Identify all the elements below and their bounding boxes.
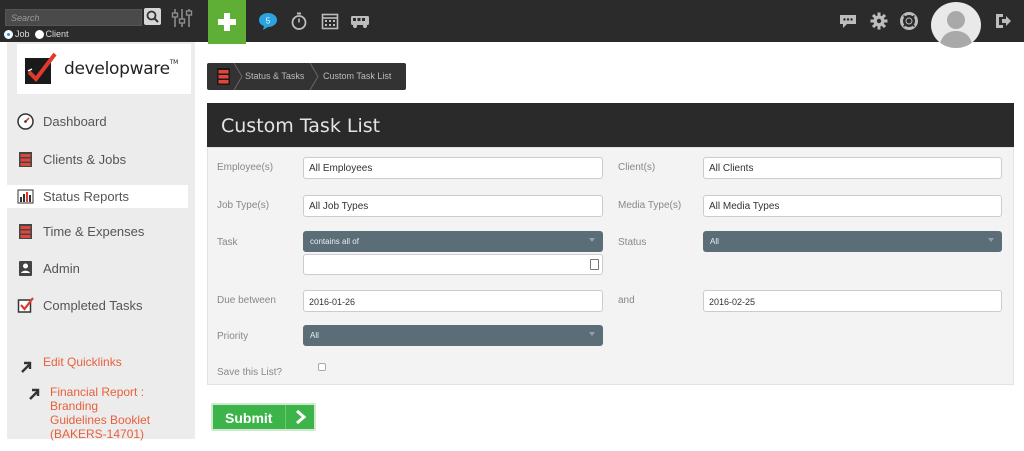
- filter-sliders-icon[interactable]: [171, 7, 193, 29]
- breadcrumb-separator-icon: [233, 63, 243, 90]
- task-input[interactable]: [303, 254, 603, 275]
- search-scope-radios: Job Client: [4, 28, 69, 40]
- sidebar: developwareTM Dashboard Clients & Jobs S…: [7, 42, 195, 441]
- sidebar-item-clients-jobs[interactable]: Clients & Jobs: [7, 148, 188, 171]
- sidebar-item-label: Time & Expenses: [43, 224, 145, 239]
- sidebar-item-label: Clients & Jobs: [43, 152, 127, 167]
- caret-down-icon: [589, 332, 595, 336]
- bar-chart-icon: [17, 189, 34, 204]
- sidebar-item-status-reports[interactable]: Status Reports: [7, 185, 188, 208]
- checkbox-icon: [17, 297, 34, 313]
- sidebar-item-completed-tasks[interactable]: Completed Tasks: [7, 294, 188, 317]
- clients-field[interactable]: All Clients: [703, 157, 1002, 179]
- search-input[interactable]: Search: [5, 9, 142, 26]
- task-picker-icon[interactable]: [590, 259, 599, 270]
- caret-down-icon: [589, 238, 595, 242]
- radio-job[interactable]: [4, 29, 13, 39]
- radio-client-label: Client: [45, 29, 69, 39]
- quicklink-line: Guidelines Booklet: [50, 413, 151, 427]
- badge-count: 5: [266, 17, 271, 26]
- clients-label: Client(s): [618, 162, 656, 173]
- sidebar-item-admin[interactable]: Admin: [7, 257, 188, 280]
- submit-divider: [285, 405, 286, 429]
- search-icon: [146, 10, 159, 23]
- status-value: All: [710, 237, 719, 246]
- media-types-field[interactable]: All Media Types: [703, 195, 1002, 217]
- quicklink-financial-report[interactable]: Financial Report : Branding Guidelines B…: [50, 385, 195, 441]
- radio-job-label: Job: [15, 29, 30, 39]
- due-from-field[interactable]: 2016-01-26: [303, 290, 603, 312]
- and-label: and: [618, 295, 635, 306]
- save-list-checkbox[interactable]: [318, 363, 326, 371]
- priority-select[interactable]: All: [303, 325, 603, 346]
- priority-value: All: [310, 331, 319, 340]
- chevron-right-icon: [296, 410, 307, 424]
- plus-icon: [218, 13, 236, 31]
- add-new-button[interactable]: [208, 0, 246, 44]
- radio-client[interactable]: [34, 29, 44, 39]
- arrow-up-right-icon: [21, 361, 32, 373]
- search-button[interactable]: [144, 8, 161, 25]
- job-types-label: Job Type(s): [217, 200, 270, 211]
- user-avatar[interactable]: [931, 2, 981, 48]
- sidebar-item-label: Dashboard: [43, 114, 107, 129]
- caret-down-icon: [988, 238, 994, 242]
- job-types-field[interactable]: All Job Types: [303, 195, 603, 217]
- quicklink-line: (BAKERS-14701): [50, 427, 145, 441]
- breadcrumb-separator-icon: [309, 63, 319, 90]
- breadcrumb-status-tasks[interactable]: Status & Tasks: [245, 71, 304, 81]
- task-condition-value: contains all of: [310, 237, 359, 246]
- due-to-field[interactable]: 2016-02-25: [703, 290, 1002, 312]
- top-bar: Search Job Client 5: [0, 0, 1024, 48]
- page-title: Custom Task List: [221, 115, 381, 137]
- employees-label: Employee(s): [217, 162, 274, 173]
- badge-icon: [19, 261, 32, 276]
- panel-header: Custom Task List: [207, 103, 1014, 147]
- media-types-label: Media Type(s): [618, 200, 682, 211]
- breadcrumb: Status & Tasks Custom Task List: [207, 63, 406, 90]
- messages-badge-icon[interactable]: 5: [258, 11, 278, 31]
- logo-check-icon: [25, 52, 57, 84]
- calendar-icon[interactable]: [320, 11, 340, 31]
- employees-field[interactable]: All Employees: [303, 157, 603, 179]
- task-condition-select[interactable]: contains all of: [303, 231, 603, 252]
- sidebar-item-time-expenses[interactable]: Time & Expenses: [7, 220, 188, 243]
- save-list-label: Save this List?: [217, 367, 283, 378]
- help-lifebuoy-icon[interactable]: [899, 11, 919, 31]
- due-between-label: Due between: [217, 295, 276, 306]
- task-label: Task: [217, 237, 238, 248]
- status-select[interactable]: All: [703, 231, 1002, 252]
- submit-label: Submit: [225, 410, 273, 426]
- sidebar-item-label: Completed Tasks: [43, 298, 143, 313]
- edit-quicklinks-link[interactable]: Edit Quicklinks: [43, 355, 122, 369]
- sidebar-item-label: Status Reports: [43, 189, 129, 204]
- cabinet-icon: [19, 224, 32, 239]
- gear-icon[interactable]: [869, 11, 889, 31]
- cabinet-icon: [19, 152, 32, 167]
- quicklink-line: Financial Report : Branding: [50, 385, 145, 413]
- developware-logo[interactable]: developwareTM: [17, 44, 191, 94]
- sidebar-item-label: Admin: [43, 261, 80, 276]
- status-label: Status: [618, 237, 647, 248]
- arrow-up-right-icon: [29, 388, 40, 400]
- sidebar-item-dashboard[interactable]: Dashboard: [7, 110, 188, 133]
- logo-wordmark: developwareTM: [64, 59, 179, 79]
- stopwatch-icon[interactable]: [289, 11, 309, 31]
- dashboard-icon: [17, 113, 34, 130]
- submit-button[interactable]: Submit: [211, 403, 316, 431]
- user-silhouette-icon: [939, 11, 973, 48]
- logout-icon[interactable]: [993, 11, 1013, 31]
- breadcrumb-custom-task-list[interactable]: Custom Task List: [323, 71, 391, 81]
- priority-label: Priority: [217, 331, 249, 342]
- chat-icon[interactable]: [838, 11, 858, 31]
- truck-icon[interactable]: [350, 11, 370, 31]
